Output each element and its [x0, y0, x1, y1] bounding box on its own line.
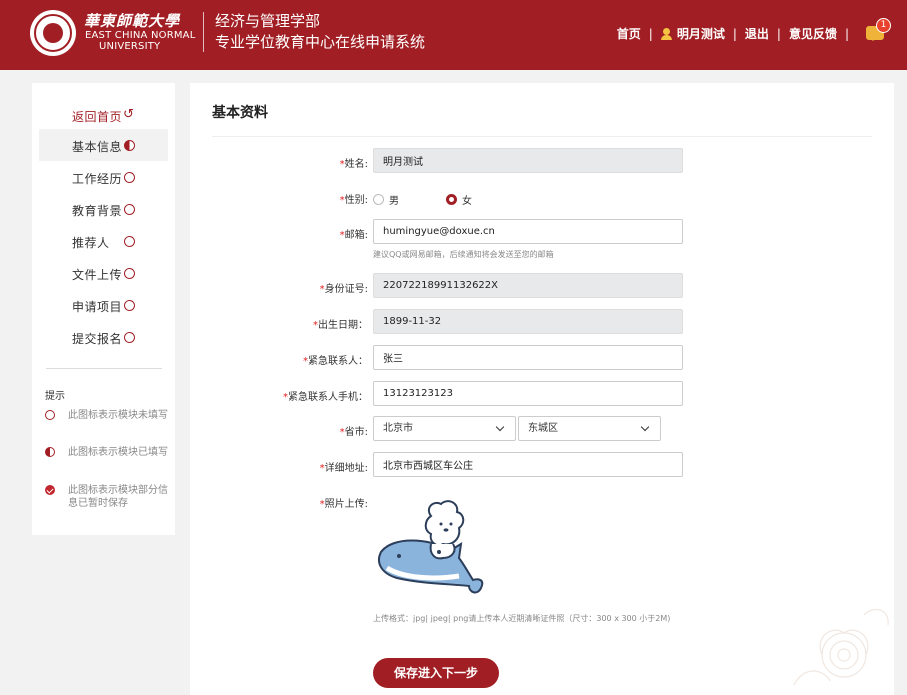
emergency-contact-label: *紧急联系人：: [303, 356, 368, 367]
sidebar-item-label: 提交报名: [72, 332, 123, 346]
radio-unchecked-icon: [373, 194, 384, 205]
form-panel: 基本资料 *姓名: *性别: 男 女 *邮箱: 建议QQ或网易邮箱，后续通知将会…: [190, 83, 894, 695]
name-label: *姓名:: [339, 159, 368, 170]
province-label: *省市:: [339, 427, 368, 438]
city-select-value: 北京市: [383, 423, 413, 434]
nav-logout-link[interactable]: 退出: [745, 25, 769, 42]
tip-text: 此图标表示模块部分信息已暂时保存: [68, 485, 168, 509]
city-select[interactable]: 北京市: [373, 416, 516, 441]
sidebar-item-label: 教育背景: [72, 204, 123, 218]
sidebar-back-label: 返回首页: [72, 110, 123, 124]
message-count-badge: 1: [876, 18, 891, 33]
dept-name: 经济与管理学部: [215, 12, 321, 30]
decorative-flower-watermark: [793, 608, 889, 686]
radio-label: 男: [389, 196, 399, 207]
system-name: 专业学位教育中心在线申请系统: [215, 33, 426, 51]
radio-label: 女: [462, 196, 472, 207]
tip-text: 此图标表示模块已填写: [68, 447, 168, 458]
system-title: 经济与管理学部 专业学位教育中心在线申请系统: [215, 11, 425, 53]
email-hint: 建议QQ或网易邮箱，后续通知将会发送至您的邮箱: [373, 250, 554, 259]
half-circle-icon: [45, 447, 55, 457]
upload-format-note: 上传格式：jpg| jpeg| png请上传本人近期清晰证件照（尺寸：300 x…: [373, 614, 671, 623]
check-circle-icon: [45, 485, 55, 495]
district-select-value: 东城区: [528, 423, 558, 434]
sidebar-item-submit[interactable]: 提交报名: [39, 321, 168, 353]
empty-status-icon: [124, 204, 135, 215]
emergency-contact-field[interactable]: [373, 345, 683, 370]
sidebar-item-referees[interactable]: 推荐人: [39, 225, 168, 257]
id-number-field[interactable]: [373, 273, 683, 298]
university-name-cn: 華東師範大學: [84, 12, 181, 30]
nav-separator: |: [732, 26, 737, 41]
sidebar-item-application-program[interactable]: 申请项目: [39, 289, 168, 321]
tip-text: 此图标表示模块未填写: [68, 410, 168, 421]
nav-separator: |: [648, 26, 653, 41]
birth-date-field[interactable]: [373, 309, 683, 334]
empty-status-icon: [124, 172, 135, 183]
address-field[interactable]: [373, 452, 683, 477]
nav-separator: |: [776, 26, 781, 41]
emergency-phone-label: *紧急联系人手机：: [283, 392, 368, 403]
sidebar: 返回首页 ↺ 基本信息 工作经历 教育背景 推荐人 文件上传 申请项目 提交报名…: [32, 83, 175, 535]
save-next-button[interactable]: 保存进入下一步: [373, 658, 499, 688]
sidebar-item-label: 申请项目: [72, 300, 123, 314]
nav-feedback-link[interactable]: 意见反馈: [789, 25, 837, 42]
gender-label: *性别:: [339, 195, 368, 206]
sidebar-item-label: 推荐人: [72, 236, 110, 250]
tips-title: 提示: [45, 391, 65, 402]
sidebar-item-label: 基本信息: [72, 140, 123, 154]
sidebar-item-education[interactable]: 教育背景: [39, 193, 168, 225]
nav-home-link[interactable]: 首页: [617, 25, 641, 42]
header-divider: [203, 12, 204, 52]
empty-status-icon: [124, 332, 135, 343]
sidebar-back-home[interactable]: 返回首页 ↺: [39, 99, 168, 131]
district-select[interactable]: 东城区: [518, 416, 661, 441]
page-title: 基本资料: [212, 105, 268, 121]
empty-circle-icon: [45, 410, 55, 420]
empty-status-icon: [124, 300, 135, 311]
emergency-phone-field[interactable]: [373, 381, 683, 406]
email-label: *邮箱:: [339, 230, 368, 241]
chevron-down-icon: [495, 422, 505, 432]
sidebar-divider: [46, 368, 162, 369]
university-seal-logo[interactable]: [30, 10, 76, 56]
sidebar-item-label: 工作经历: [72, 172, 123, 186]
half-filled-status-icon: [124, 140, 135, 151]
sidebar-item-basic-info[interactable]: 基本信息: [39, 129, 168, 161]
email-field[interactable]: [373, 219, 683, 244]
uploaded-photo-preview[interactable]: [373, 488, 493, 608]
sidebar-item-file-upload[interactable]: 文件上传: [39, 257, 168, 289]
sidebar-item-work-experience[interactable]: 工作经历: [39, 161, 168, 193]
radio-checked-icon: [446, 194, 457, 205]
title-divider: [212, 136, 872, 137]
gender-radio-male[interactable]: 男: [373, 192, 399, 207]
photo-label: *照片上传:: [319, 499, 368, 510]
name-field[interactable]: [373, 148, 683, 173]
birth-date-label: *出生日期：: [313, 320, 368, 331]
return-arrow-icon: ↺: [123, 107, 134, 122]
gender-radio-female[interactable]: 女: [446, 192, 472, 207]
nav-separator: |: [844, 26, 849, 41]
address-label: *详细地址:: [319, 463, 368, 474]
university-name-en: EAST CHINA NORMAL UNIVERSITY: [85, 30, 196, 52]
nav-user-link[interactable]: 明月测试: [677, 25, 725, 42]
header-bar: 華東師範大學 EAST CHINA NORMAL UNIVERSITY 经济与管…: [0, 0, 907, 70]
top-nav: 首页 | 明月测试 | 退出 | 意见反馈 |: [617, 25, 857, 42]
chevron-down-icon: [640, 422, 650, 432]
empty-status-icon: [124, 268, 135, 279]
user-icon: [660, 27, 672, 40]
sidebar-item-label: 文件上传: [72, 268, 123, 282]
id-number-label: *身份证号:: [319, 284, 368, 295]
empty-status-icon: [124, 236, 135, 247]
